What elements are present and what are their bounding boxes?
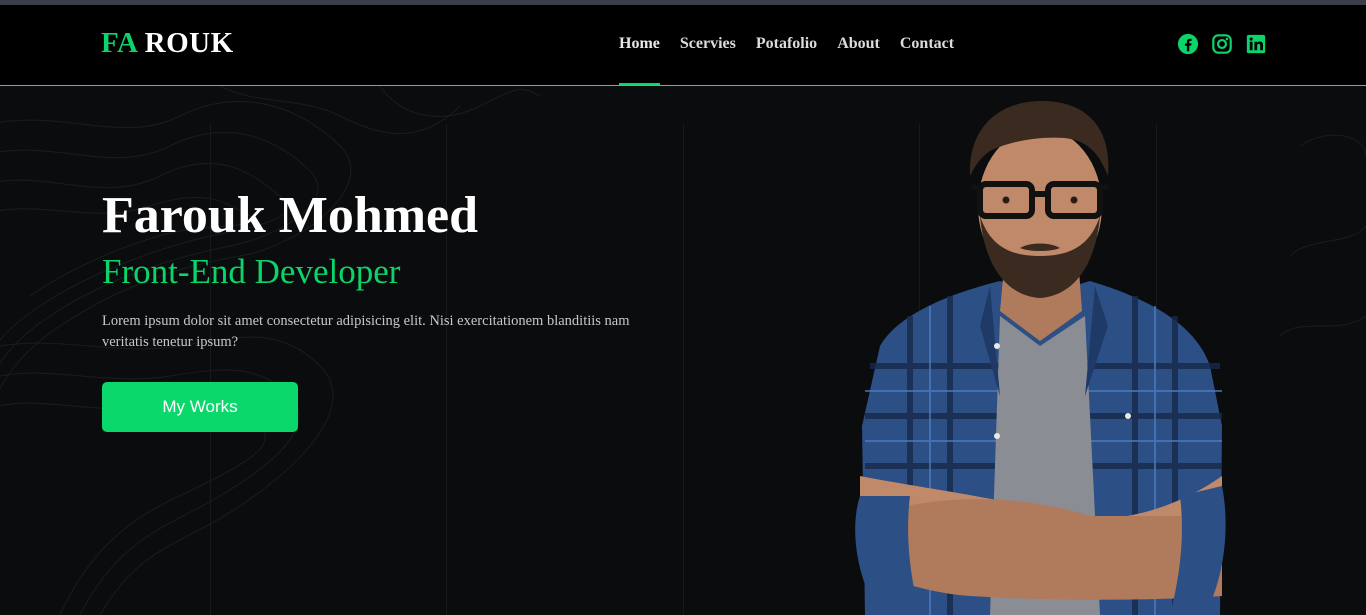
hero-section: Farouk Mohmed Front-End Developer Lorem … <box>0 86 1366 615</box>
hero-role: Front-End Developer <box>102 252 401 291</box>
logo-part-white: ROUK <box>144 27 234 59</box>
logo-part-green: FA <box>101 27 137 59</box>
logo[interactable]: FA ROUK <box>101 27 234 60</box>
nav-portfolio[interactable]: Potafolio <box>756 35 817 85</box>
social-links <box>1177 33 1267 55</box>
instagram-icon[interactable] <box>1211 33 1233 55</box>
grid-line <box>683 124 684 615</box>
hero-name: Farouk Mohmed <box>102 187 479 244</box>
site-header: FA ROUK Home Scervies Potafolio About Co… <box>0 5 1366 86</box>
portrait-image <box>855 101 1226 615</box>
linkedin-icon[interactable] <box>1245 33 1267 55</box>
nav-about[interactable]: About <box>837 35 880 85</box>
hero-description: Lorem ipsum dolor sit amet consectetur a… <box>102 313 630 350</box>
facebook-icon[interactable] <box>1177 33 1199 55</box>
nav-contact[interactable]: Contact <box>900 35 954 85</box>
my-works-button[interactable]: My Works <box>102 382 298 432</box>
nav-services[interactable]: Scervies <box>680 35 736 85</box>
main-nav: Home Scervies Potafolio About Contact <box>619 35 954 85</box>
nav-home[interactable]: Home <box>619 35 660 85</box>
